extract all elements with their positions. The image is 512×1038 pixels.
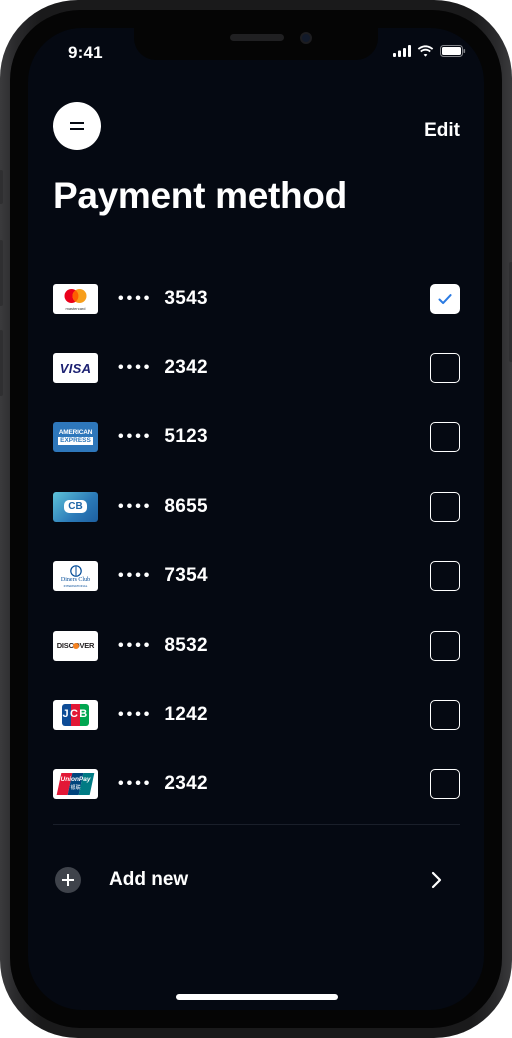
masked-digits: •••• bbox=[118, 636, 153, 654]
card-last4: 2342 bbox=[164, 357, 208, 379]
card-row-cb[interactable]: CB •••• 8655 bbox=[53, 472, 460, 541]
masked-digits: •••• bbox=[118, 567, 153, 585]
checkbox[interactable] bbox=[430, 491, 460, 522]
card-last4: 1242 bbox=[164, 704, 208, 726]
volume-down-button bbox=[0, 330, 3, 396]
battery-icon bbox=[440, 45, 466, 57]
visa-wordmark: VISA bbox=[59, 360, 92, 376]
card-row-unionpay[interactable]: UnionPay 银联 •••• 2342 bbox=[53, 750, 460, 819]
cb-logo: CB bbox=[53, 491, 98, 522]
checkbox[interactable] bbox=[430, 769, 460, 800]
edit-button[interactable]: Edit bbox=[424, 120, 460, 142]
checkmark-icon bbox=[438, 293, 452, 304]
unionpay-wordmark: UnionPay bbox=[60, 776, 91, 784]
divider bbox=[53, 824, 460, 825]
masked-digits: •••• bbox=[118, 497, 153, 515]
card-last4: 8532 bbox=[164, 634, 208, 656]
card-row-discover[interactable]: DISCOVER •••• 8532 bbox=[53, 611, 460, 680]
diners-logo: Diners Club INTERNATIONAL bbox=[53, 561, 98, 592]
card-row-visa[interactable]: VISA •••• 2342 bbox=[53, 333, 460, 402]
unionpay-subwordmark: 银联 bbox=[70, 785, 81, 792]
mastercard-logo: mastercard bbox=[53, 283, 98, 314]
signal-icon bbox=[393, 45, 411, 57]
status-icons bbox=[393, 45, 466, 57]
card-last4: 7354 bbox=[164, 565, 208, 587]
unionpay-logo: UnionPay 银联 bbox=[53, 769, 98, 800]
diners-emblem-icon bbox=[69, 565, 82, 578]
home-indicator[interactable] bbox=[176, 994, 338, 1000]
checkbox[interactable] bbox=[430, 700, 460, 731]
amex-wordmark-top: AMERICAN bbox=[58, 429, 93, 437]
status-time: 9:41 bbox=[68, 43, 103, 62]
card-row-amex[interactable]: AMERICAN EXPRESS •••• 5123 bbox=[53, 403, 460, 472]
chevron-right-icon bbox=[431, 871, 442, 889]
checkbox[interactable] bbox=[430, 422, 460, 453]
card-last4: 2342 bbox=[164, 773, 208, 795]
masked-digits: •••• bbox=[118, 289, 153, 307]
plus-icon bbox=[55, 867, 81, 893]
jcb-logo: JCB bbox=[53, 700, 98, 731]
masked-digits: •••• bbox=[118, 428, 153, 446]
checkbox[interactable] bbox=[430, 353, 460, 384]
diners-subwordmark: INTERNATIONAL bbox=[63, 584, 88, 589]
amex-logo: AMERICAN EXPRESS bbox=[53, 422, 98, 453]
mastercard-wordmark: mastercard bbox=[65, 306, 85, 311]
checkbox[interactable] bbox=[430, 561, 460, 592]
card-last4: 3543 bbox=[164, 287, 208, 309]
masked-digits: •••• bbox=[118, 359, 153, 377]
amex-wordmark-bottom: EXPRESS bbox=[58, 437, 93, 446]
visa-logo: VISA bbox=[53, 353, 98, 384]
masked-digits: •••• bbox=[118, 775, 153, 793]
speaker bbox=[230, 34, 284, 41]
jcb-wordmark: JCB bbox=[62, 708, 89, 721]
mute-switch bbox=[0, 170, 3, 204]
discover-orb-icon bbox=[73, 642, 79, 649]
checkbox-checked[interactable] bbox=[430, 283, 460, 314]
front-camera bbox=[300, 32, 312, 44]
card-list: mastercard •••• 3543 VISA •••• 2342 AMER… bbox=[53, 264, 460, 819]
masked-digits: •••• bbox=[118, 706, 153, 724]
checkbox[interactable] bbox=[430, 630, 460, 661]
page-title: Payment method bbox=[53, 175, 347, 216]
card-last4: 5123 bbox=[164, 426, 208, 448]
phone-frame: 9:41 Edit Payment method mastercard ••••… bbox=[0, 0, 512, 1038]
card-row-jcb[interactable]: JCB •••• 1242 bbox=[53, 680, 460, 749]
menu-icon bbox=[70, 122, 84, 130]
screen: 9:41 Edit Payment method mastercard ••••… bbox=[28, 28, 484, 1010]
discover-logo: DISCOVER bbox=[53, 630, 98, 661]
add-new-label: Add new bbox=[109, 869, 189, 890]
add-new-button[interactable]: Add new bbox=[53, 862, 460, 898]
diners-wordmark: Diners Club bbox=[60, 577, 91, 584]
card-row-diners[interactable]: Diners Club INTERNATIONAL •••• 7354 bbox=[53, 542, 460, 611]
notch bbox=[134, 28, 378, 60]
wifi-icon bbox=[417, 45, 434, 57]
menu-button[interactable] bbox=[53, 102, 101, 150]
card-row-mastercard[interactable]: mastercard •••• 3543 bbox=[53, 264, 460, 333]
card-last4: 8655 bbox=[164, 495, 208, 517]
cb-wordmark: CB bbox=[64, 500, 87, 514]
volume-up-button bbox=[0, 240, 3, 306]
